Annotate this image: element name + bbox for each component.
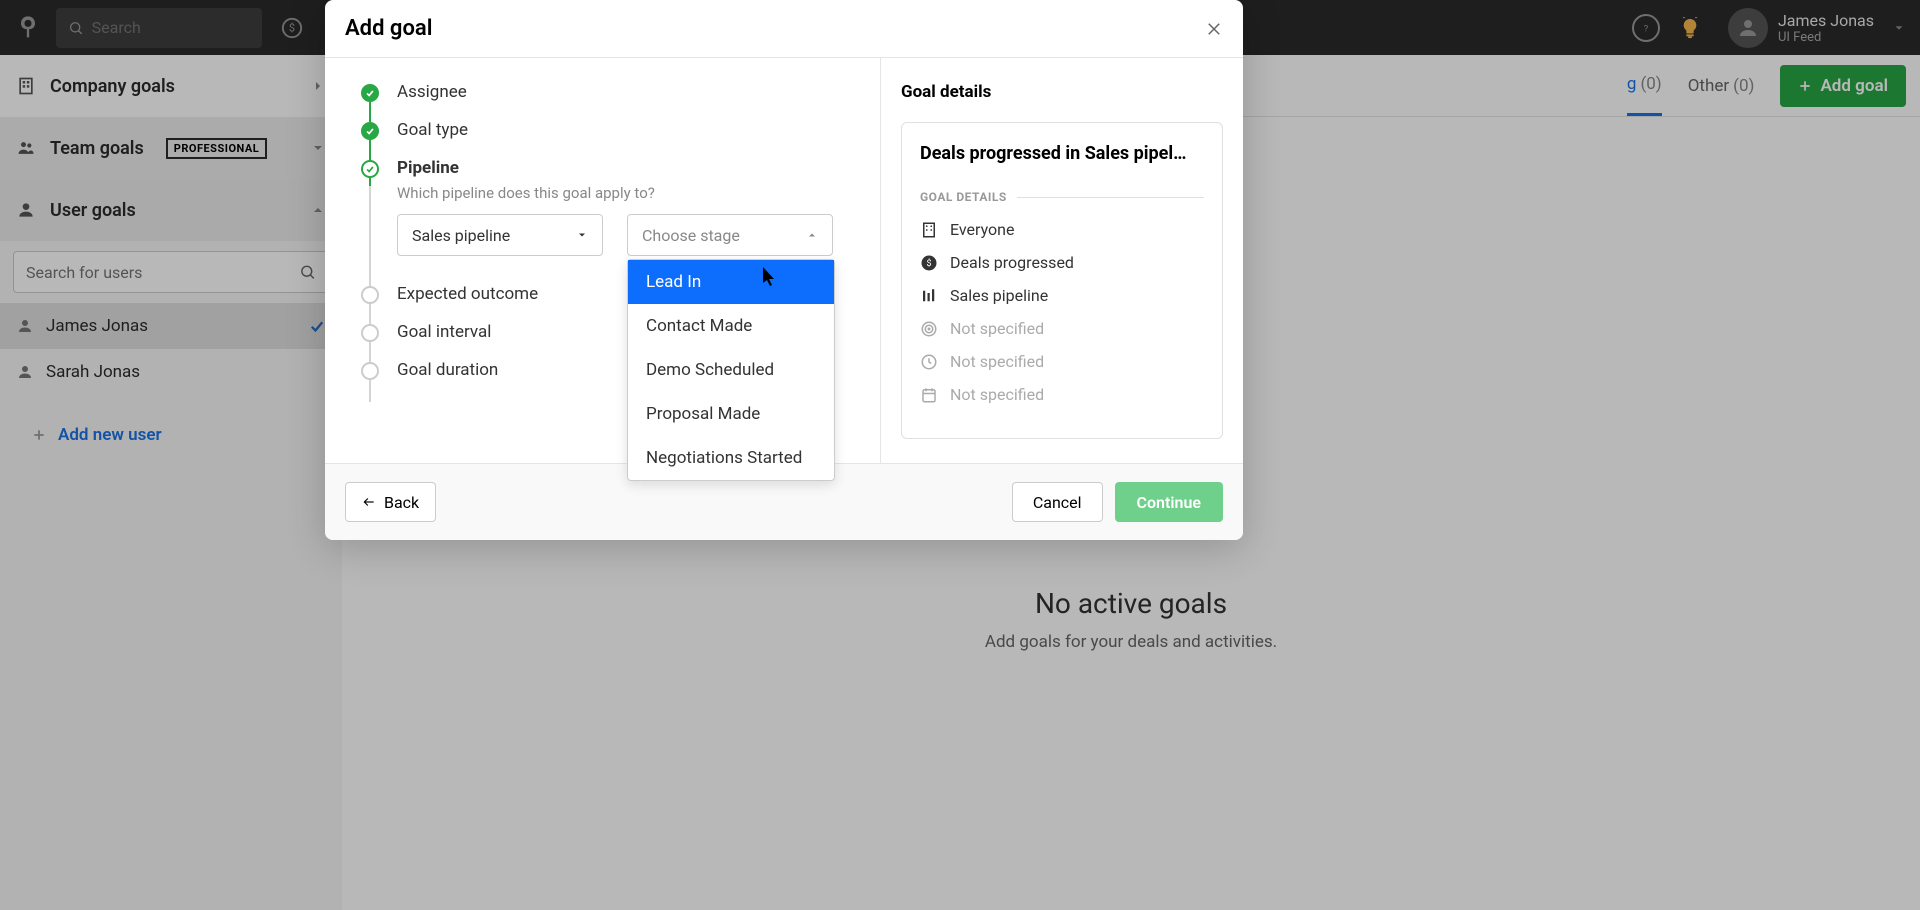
detail-value: Sales pipeline <box>950 286 1048 305</box>
step-assignee: Assignee <box>361 82 852 102</box>
step-goal-duration: Goal duration <box>361 360 852 380</box>
stage-select[interactable]: Choose stage Lead In Contact Made Demo S… <box>627 214 833 256</box>
step-label: Expected outcome <box>397 284 852 304</box>
back-button[interactable]: Back <box>345 482 436 522</box>
goal-details-heading: Goal details <box>901 82 1223 102</box>
modal-header: Add goal <box>325 0 1243 57</box>
cursor-icon <box>763 267 779 287</box>
step-label: Goal duration <box>397 360 852 380</box>
step-dot-done <box>361 122 379 140</box>
step-description: Which pipeline does this goal apply to? <box>397 184 852 202</box>
svg-text:$: $ <box>926 258 931 269</box>
clock-icon <box>920 353 938 371</box>
select-placeholder: Choose stage <box>642 226 740 245</box>
dropdown-item-proposal-made[interactable]: Proposal Made <box>628 392 834 436</box>
detail-value: Not specified <box>950 319 1044 338</box>
chevron-down-icon <box>576 229 588 241</box>
dropdown-item-negotiations[interactable]: Negotiations Started <box>628 436 834 480</box>
continue-button[interactable]: Continue <box>1115 482 1223 522</box>
step-pipeline: Pipeline Which pipeline does this goal a… <box>361 158 852 256</box>
step-goal-type: Goal type <box>361 120 852 140</box>
back-label: Back <box>384 493 419 512</box>
step-label: Goal interval <box>397 322 852 342</box>
step-label: Pipeline <box>397 158 852 178</box>
select-value: Sales pipeline <box>412 226 510 245</box>
step-dot-done <box>361 84 379 102</box>
goal-details-card: Deals progressed in Sales pipel… GOAL DE… <box>901 122 1223 439</box>
calendar-icon <box>920 386 938 404</box>
goal-details-subheader: GOAL DETAILS <box>920 190 1204 204</box>
target-icon <box>920 320 938 338</box>
step-label: Goal type <box>397 120 852 140</box>
detail-value: Everyone <box>950 220 1014 239</box>
goal-detail-row: Sales pipeline <box>920 286 1204 305</box>
step-dot <box>361 286 379 304</box>
goal-detail-row: Not specified <box>920 352 1204 371</box>
step-goal-interval: Goal interval <box>361 322 852 342</box>
detail-value: Deals progressed <box>950 253 1074 272</box>
goal-details-panel: Goal details Deals progressed in Sales p… <box>881 58 1243 463</box>
add-goal-modal: Add goal Assignee Goal type <box>325 0 1243 540</box>
building-icon <box>920 221 938 239</box>
goal-detail-row: Not specified <box>920 319 1204 338</box>
step-dot-current <box>361 160 379 178</box>
step-dot <box>361 324 379 342</box>
modal-steps-panel: Assignee Goal type Pipeline Which pipeli… <box>325 58 881 463</box>
close-icon[interactable] <box>1205 20 1223 38</box>
step-expected-outcome: Expected outcome <box>361 284 852 304</box>
goal-detail-row: Not specified <box>920 385 1204 404</box>
chevron-up-icon <box>806 229 818 241</box>
detail-value: Not specified <box>950 352 1044 371</box>
pipeline-icon <box>920 287 938 305</box>
pipeline-select[interactable]: Sales pipeline <box>397 214 603 256</box>
goal-details-card-title: Deals progressed in Sales pipel… <box>920 143 1204 164</box>
goal-detail-row: $ Deals progressed <box>920 253 1204 272</box>
goal-detail-row: Everyone <box>920 220 1204 239</box>
modal-title: Add goal <box>345 16 432 41</box>
step-label: Assignee <box>397 82 852 102</box>
detail-value: Not specified <box>950 385 1044 404</box>
cancel-button[interactable]: Cancel <box>1012 482 1103 522</box>
step-dot <box>361 362 379 380</box>
dollar-circle-icon: $ <box>920 254 938 272</box>
arrow-left-icon <box>362 495 376 509</box>
